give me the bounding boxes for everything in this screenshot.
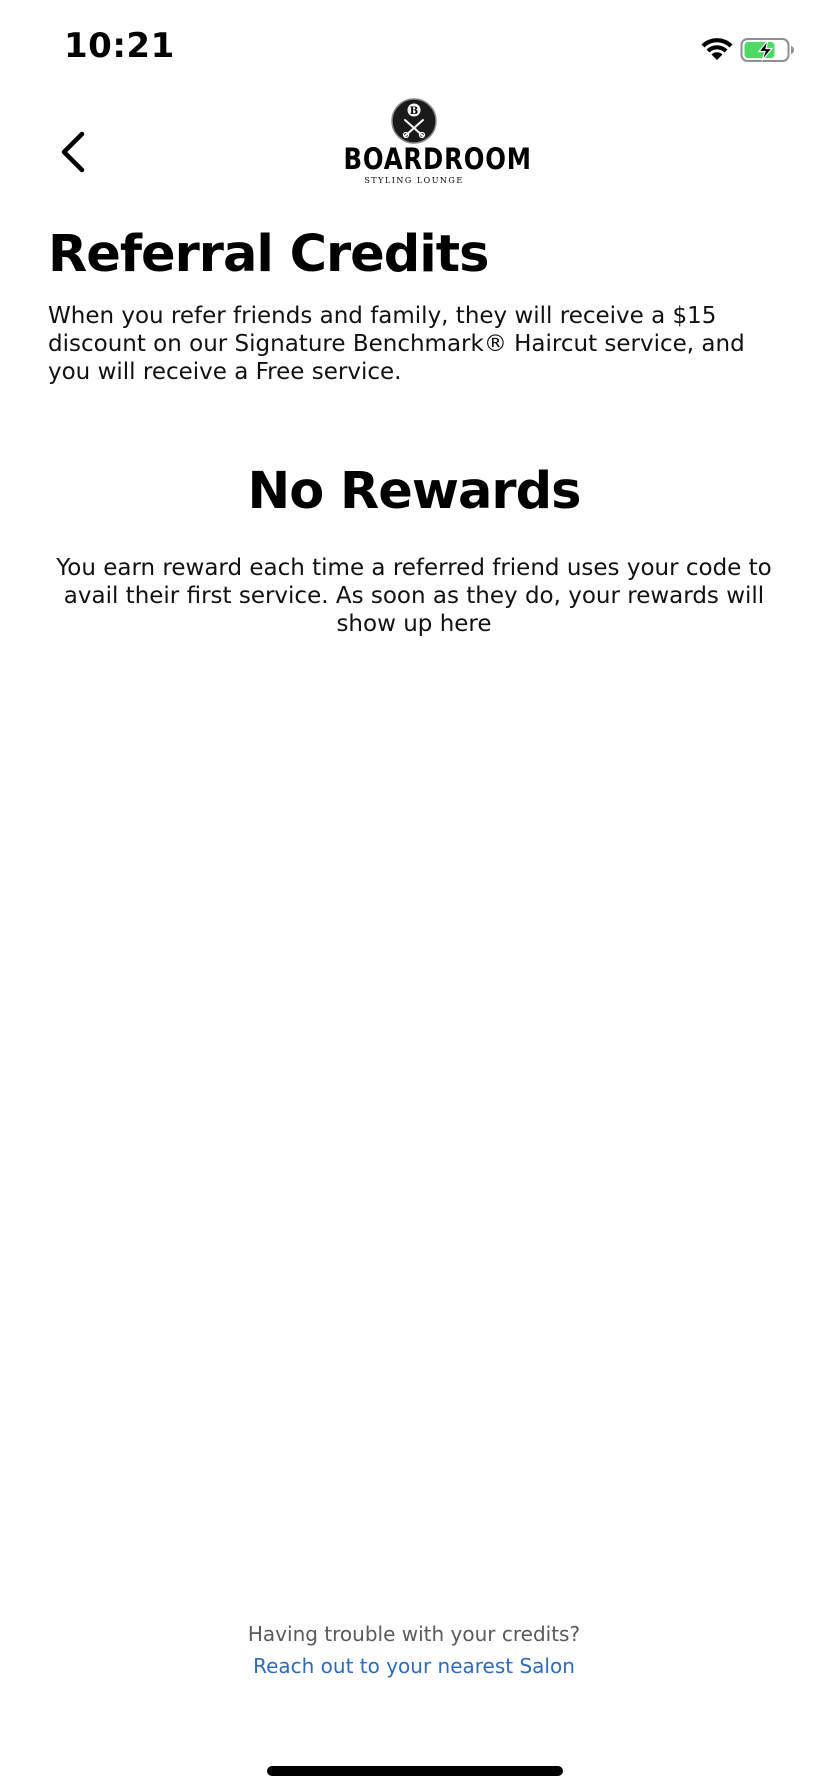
- chevron-left-icon[interactable]: [46, 124, 102, 180]
- logo-emblem-letter: B: [410, 106, 418, 117]
- battery-charging-icon: [740, 38, 794, 62]
- status-time: 10:21: [64, 26, 175, 66]
- help-question: Having trouble with your credits?: [247, 1622, 581, 1646]
- empty-state-message: You earn reward each time a referred fri…: [56, 555, 772, 637]
- logo-tagline: STYLING LOUNGE: [364, 176, 464, 185]
- empty-state-title: No Rewards: [247, 462, 582, 521]
- page-title: Referral Credits: [48, 225, 489, 284]
- wifi-icon: [701, 38, 733, 60]
- boardroom-logo: B BOARDROOM STYLING LOUNGE: [330, 98, 532, 190]
- referral-description: When you refer friends and family, they …: [48, 303, 745, 385]
- nav-bar: B BOARDROOM STYLING LOUNGE: [0, 96, 828, 196]
- contact-salon-link[interactable]: Reach out to your nearest Salon: [0, 1652, 828, 1680]
- home-indicator[interactable]: [267, 1766, 563, 1776]
- logo-emblem-icon: B: [391, 98, 437, 144]
- status-bar: 10:21: [0, 0, 828, 100]
- logo-wordmark: BOARDROOM: [343, 142, 532, 176]
